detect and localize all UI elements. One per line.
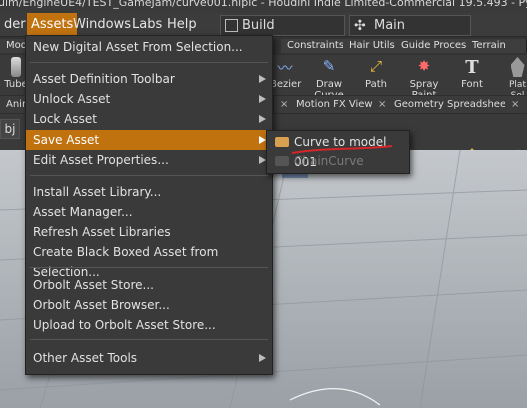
red-underline-annotation bbox=[291, 145, 393, 154]
submenu-item-label: ChainCurve bbox=[294, 154, 364, 168]
menu-separator bbox=[30, 339, 268, 340]
menu-labs[interactable]: Labs bbox=[128, 13, 166, 36]
pane-tab-close-3[interactable]: × bbox=[505, 96, 527, 113]
font-icon: T bbox=[465, 57, 479, 78]
menu-item-label: Asset Definition Toolbar bbox=[33, 72, 175, 86]
close-icon[interactable]: × bbox=[511, 99, 519, 110]
path-icon: ⤢ bbox=[369, 57, 382, 75]
menu-item-refresh-asset-libraries[interactable]: Refresh Asset Libraries bbox=[26, 222, 272, 242]
pane-tab-geometry-label: Geometry Spreadsheet bbox=[394, 99, 511, 110]
menu-item-install-asset-library[interactable]: Install Asset Library... bbox=[26, 182, 272, 202]
submenu-arrow-icon bbox=[259, 354, 266, 362]
asset-icon bbox=[275, 156, 289, 166]
platonic-icon bbox=[510, 57, 525, 77]
menu-item-orbolt-asset-browser[interactable]: Orbolt Asset Browser... bbox=[26, 295, 272, 315]
submenu-arrow-icon bbox=[259, 136, 266, 144]
menu-item-save-asset[interactable]: Save Asset bbox=[26, 130, 272, 150]
build-label: Build bbox=[242, 18, 275, 33]
submenu-arrow-icon bbox=[259, 75, 266, 83]
shelf-tab-terrain-fx[interactable]: Terrain FX bbox=[466, 39, 527, 65]
menu-item-label: Install Asset Library... bbox=[33, 185, 162, 199]
close-icon[interactable]: × bbox=[378, 99, 386, 110]
spray-paint-icon: ✸ bbox=[417, 57, 431, 75]
tool-platonic-solids[interactable]: Plat Sol bbox=[508, 55, 527, 95]
menu-item-create-black-boxed-asset[interactable]: Create Black Boxed Asset from Selection.… bbox=[26, 242, 272, 279]
bezier-icon: 〰 bbox=[277, 59, 293, 77]
menu-item-asset-manager[interactable]: Asset Manager... bbox=[26, 202, 272, 222]
tool-path-label: Path bbox=[365, 79, 387, 90]
menu-separator bbox=[30, 62, 268, 63]
menu-windows[interactable]: Windows bbox=[69, 13, 135, 36]
grid-icon bbox=[225, 19, 238, 32]
context-dropdown[interactable]: ✣ Main bbox=[349, 15, 471, 36]
menu-item-label: Orbolt Asset Store... bbox=[33, 278, 154, 292]
shelf-tab-constraints[interactable]: Constraints bbox=[281, 39, 352, 53]
pane-tab-motion-fx[interactable]: Motion FX View bbox=[290, 96, 379, 113]
menu-item-new-digital-asset[interactable]: New Digital Asset From Selection... bbox=[26, 37, 272, 57]
menu-item-lock-asset[interactable]: Lock Asset bbox=[26, 109, 272, 129]
tool-platonic-label: Plat Sol bbox=[509, 80, 526, 95]
submenu-arrow-icon bbox=[259, 156, 266, 164]
close-icon[interactable]: × bbox=[280, 99, 288, 110]
path-segment-obj[interactable]: bj bbox=[0, 119, 20, 139]
tool-path[interactable]: ⤢ Path bbox=[362, 55, 390, 95]
menu-separator bbox=[30, 175, 268, 176]
menu-item-label: Refresh Asset Libraries bbox=[33, 225, 171, 239]
submenu-arrow-icon bbox=[259, 95, 266, 103]
menu-item-label: Upload to Orbolt Asset Store... bbox=[33, 318, 216, 332]
menu-item-label: Orbolt Asset Browser... bbox=[33, 298, 170, 312]
menu-item-label: Edit Asset Properties... bbox=[33, 153, 169, 167]
tool-bezier[interactable]: 〰 Bezier bbox=[270, 55, 302, 95]
tool-font[interactable]: T Font bbox=[460, 55, 484, 95]
window-title: ulm/EngineUE4/TEST_GameJam/curve001.hipl… bbox=[0, 0, 527, 9]
tool-font-label: Font bbox=[461, 79, 483, 90]
tool-spray-paint[interactable]: ✸ Spray Paint bbox=[400, 55, 448, 101]
pane-tab-geometry-spreadsheet[interactable]: Geometry Spreadsheet bbox=[388, 96, 517, 113]
menu-item-other-asset-tools[interactable]: Other Asset Tools bbox=[26, 348, 272, 368]
menu-item-label: Other Asset Tools bbox=[33, 351, 138, 365]
draw-curve-icon: ✎ bbox=[322, 57, 336, 75]
main-menubar: der Assets Windows Labs Help Build ✣ Mai… bbox=[0, 13, 527, 37]
main-label: Main bbox=[374, 18, 406, 33]
window-title-bar: ulm/EngineUE4/TEST_GameJam/curve001.hipl… bbox=[0, 0, 527, 13]
menu-item-unlock-asset[interactable]: Unlock Asset bbox=[26, 89, 272, 109]
menu-item-label: Lock Asset bbox=[33, 112, 97, 126]
target-icon: ✣ bbox=[354, 18, 366, 34]
menu-item-orbolt-asset-store[interactable]: Orbolt Asset Store... bbox=[26, 275, 272, 295]
tool-bezier-label: Bezier bbox=[270, 79, 302, 90]
save-asset-submenu: Curve to model 001 ChainCurve bbox=[266, 130, 410, 174]
pane-tab-motion-fx-label: Motion FX View bbox=[296, 99, 373, 110]
menu-item-label: Unlock Asset bbox=[33, 92, 111, 106]
assets-menu: New Digital Asset From Selection... Asse… bbox=[25, 35, 273, 375]
menu-item-label: New Digital Asset From Selection... bbox=[33, 40, 243, 54]
tube-icon bbox=[11, 57, 21, 77]
menu-item-upload-to-orbolt[interactable]: Upload to Orbolt Asset Store... bbox=[26, 315, 272, 335]
menu-render[interactable]: der bbox=[0, 13, 30, 36]
tool-draw-curve[interactable]: ✎ Draw Curve bbox=[303, 55, 355, 101]
menu-item-label: Save Asset bbox=[33, 133, 100, 147]
menu-item-label: Create Black Boxed Asset from Selection.… bbox=[33, 245, 219, 279]
menu-item-edit-asset-properties[interactable]: Edit Asset Properties... bbox=[26, 150, 272, 170]
shelf-tab-hair-utils[interactable]: Hair Utils bbox=[343, 39, 402, 53]
desktop-dropdown[interactable]: Build bbox=[220, 15, 345, 36]
submenu-arrow-icon bbox=[259, 115, 266, 123]
menu-item-label: Asset Manager... bbox=[33, 205, 133, 219]
menu-separator bbox=[30, 267, 268, 268]
menu-help[interactable]: Help bbox=[163, 13, 201, 36]
menu-item-asset-definition-toolbar[interactable]: Asset Definition Toolbar bbox=[26, 69, 272, 89]
